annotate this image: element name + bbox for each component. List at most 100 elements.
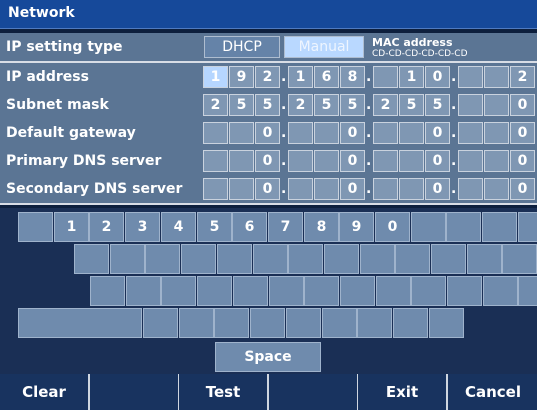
blank-key[interactable]: [324, 244, 359, 274]
blank-key[interactable]: [411, 276, 446, 306]
cancel-button[interactable]: Cancel: [448, 374, 537, 410]
blank-key[interactable]: [360, 244, 395, 274]
digit-cell[interactable]: 0: [425, 122, 450, 144]
blank-key[interactable]: [376, 276, 411, 306]
digit-cell[interactable]: [458, 150, 483, 172]
blank-key[interactable]: [304, 276, 339, 306]
blank-key[interactable]: [288, 244, 323, 274]
digit-cell[interactable]: 0: [425, 66, 450, 88]
digit-cell[interactable]: [484, 122, 509, 144]
digit-cell[interactable]: 5: [425, 94, 450, 116]
blank-key[interactable]: [429, 308, 464, 338]
blank-key[interactable]: [286, 308, 321, 338]
digit-cell[interactable]: 0: [340, 150, 365, 172]
blank-key[interactable]: [483, 276, 518, 306]
blank-key[interactable]: [518, 276, 537, 306]
key-5[interactable]: 5: [197, 212, 232, 242]
space-key[interactable]: Space: [215, 342, 321, 372]
digit-cell[interactable]: [314, 178, 339, 200]
blank-key[interactable]: [446, 212, 481, 242]
digit-cell[interactable]: [203, 122, 228, 144]
blank-key[interactable]: [143, 308, 178, 338]
digit-cell[interactable]: [314, 150, 339, 172]
digit-cell[interactable]: [314, 122, 339, 144]
function-key-2[interactable]: [90, 374, 180, 410]
digit-cell[interactable]: 6: [314, 66, 339, 88]
key-1[interactable]: 1: [54, 212, 89, 242]
digit-cell[interactable]: [484, 66, 509, 88]
dhcp-option-button[interactable]: DHCP: [204, 36, 280, 58]
blank-key[interactable]: [18, 212, 53, 242]
digit-cell[interactable]: [229, 150, 254, 172]
digit-cell[interactable]: [288, 150, 313, 172]
digit-cell[interactable]: [484, 150, 509, 172]
blank-key[interactable]: [126, 276, 161, 306]
digit-cell[interactable]: 8: [340, 66, 365, 88]
blank-key[interactable]: [145, 244, 180, 274]
digit-cell[interactable]: 2: [255, 66, 280, 88]
digit-cell[interactable]: 0: [510, 178, 535, 200]
digit-cell[interactable]: [288, 122, 313, 144]
test-button[interactable]: Test: [179, 374, 269, 410]
exit-button[interactable]: Exit: [358, 374, 448, 410]
blank-key[interactable]: [322, 308, 357, 338]
key-0[interactable]: 0: [375, 212, 410, 242]
digit-cell[interactable]: [399, 122, 424, 144]
digit-cell[interactable]: [229, 122, 254, 144]
blank-key[interactable]: [393, 308, 428, 338]
digit-cell[interactable]: 1: [288, 66, 313, 88]
digit-cell[interactable]: 5: [255, 94, 280, 116]
digit-cell[interactable]: [203, 150, 228, 172]
digit-cell[interactable]: 2: [510, 66, 535, 88]
blank-key[interactable]: [90, 276, 125, 306]
blank-key[interactable]: [18, 308, 142, 338]
digit-cell[interactable]: [484, 94, 509, 116]
blank-key[interactable]: [518, 212, 537, 242]
blank-key[interactable]: [431, 244, 466, 274]
key-7[interactable]: 7: [268, 212, 303, 242]
digit-cell[interactable]: 0: [255, 122, 280, 144]
digit-cell[interactable]: [458, 94, 483, 116]
function-key-4[interactable]: [269, 374, 359, 410]
key-6[interactable]: 6: [232, 212, 267, 242]
digit-cell[interactable]: 2: [373, 94, 398, 116]
digit-cell[interactable]: 5: [399, 94, 424, 116]
digit-cell[interactable]: [399, 150, 424, 172]
digit-cell[interactable]: 0: [425, 150, 450, 172]
digit-cell[interactable]: 0: [425, 178, 450, 200]
digit-cell[interactable]: 0: [255, 178, 280, 200]
blank-key[interactable]: [214, 308, 249, 338]
digit-cell[interactable]: 0: [340, 122, 365, 144]
digit-cell[interactable]: 0: [510, 122, 535, 144]
digit-cell[interactable]: [484, 178, 509, 200]
digit-cell[interactable]: 5: [229, 94, 254, 116]
digit-cell[interactable]: 0: [510, 150, 535, 172]
blank-key[interactable]: [250, 308, 285, 338]
digit-cell[interactable]: [373, 66, 398, 88]
blank-key[interactable]: [233, 276, 268, 306]
blank-key[interactable]: [447, 276, 482, 306]
digit-cell[interactable]: [458, 178, 483, 200]
blank-key[interactable]: [357, 308, 392, 338]
manual-option-button[interactable]: Manual: [284, 36, 364, 58]
digit-cell[interactable]: 5: [340, 94, 365, 116]
key-9[interactable]: 9: [339, 212, 374, 242]
digit-cell[interactable]: 0: [255, 150, 280, 172]
key-8[interactable]: 8: [304, 212, 339, 242]
digit-cell[interactable]: [458, 66, 483, 88]
digit-cell[interactable]: 0: [340, 178, 365, 200]
blank-key[interactable]: [502, 244, 537, 274]
digit-cell[interactable]: 2: [203, 94, 228, 116]
blank-key[interactable]: [411, 212, 446, 242]
digit-cell[interactable]: 1: [399, 66, 424, 88]
clear-button[interactable]: Clear: [0, 374, 90, 410]
digit-cell[interactable]: [373, 122, 398, 144]
blank-key[interactable]: [340, 276, 375, 306]
key-2[interactable]: 2: [89, 212, 124, 242]
digit-cell[interactable]: [373, 150, 398, 172]
blank-key[interactable]: [253, 244, 288, 274]
key-4[interactable]: 4: [161, 212, 196, 242]
digit-cell[interactable]: 9: [229, 66, 254, 88]
digit-cell[interactable]: [229, 178, 254, 200]
blank-key[interactable]: [181, 244, 216, 274]
